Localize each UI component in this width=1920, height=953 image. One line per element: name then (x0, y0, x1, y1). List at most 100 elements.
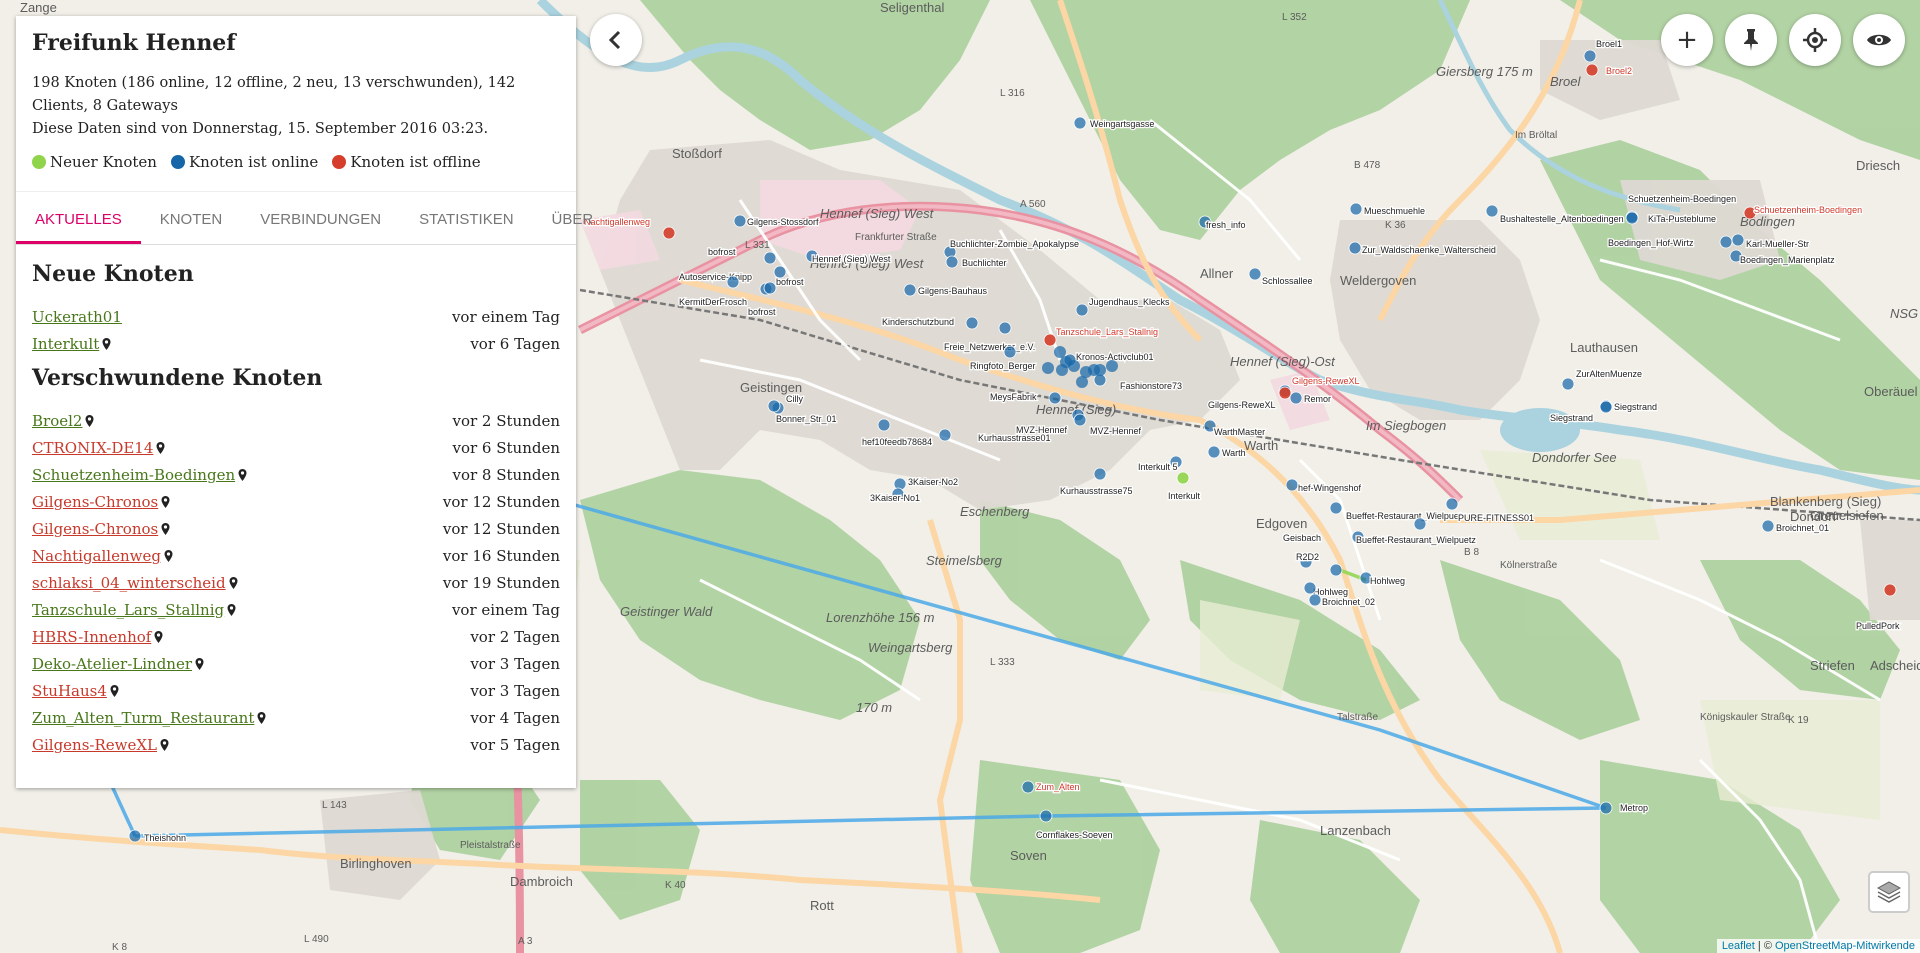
node-link[interactable]: CTRONIX-DE14 (32, 439, 153, 457)
map-node-marker[interactable] (1048, 391, 1062, 405)
map-node-marker[interactable] (1289, 391, 1303, 405)
map-node-marker[interactable] (1076, 376, 1088, 388)
map-pin-icon[interactable] (161, 522, 170, 535)
map-node-marker[interactable] (1329, 563, 1343, 577)
map-node-marker[interactable] (1719, 235, 1733, 249)
node-link[interactable]: Gilgens-Chronos (32, 520, 158, 538)
map-node-marker[interactable] (1054, 346, 1066, 358)
map-node-marker[interactable] (1308, 593, 1322, 607)
map-node-marker[interactable] (965, 316, 979, 330)
map-node-marker[interactable] (1561, 377, 1575, 391)
map-node-marker[interactable] (1073, 116, 1087, 130)
map-node-marker[interactable] (1445, 497, 1459, 511)
layers-button[interactable] (1868, 871, 1910, 913)
map-node-marker[interactable] (767, 399, 781, 413)
map-node-marker[interactable] (1583, 49, 1597, 63)
map-node-marker[interactable] (1329, 501, 1343, 515)
map-node-marker[interactable] (1303, 581, 1317, 595)
map-node-marker[interactable] (1075, 303, 1089, 317)
map-node-marker[interactable] (1883, 583, 1897, 597)
map-pin-icon[interactable] (85, 414, 94, 427)
map-node-marker[interactable] (1094, 364, 1106, 376)
map-pin-icon[interactable] (164, 549, 173, 562)
map-node-marker[interactable] (1349, 202, 1363, 216)
tab-aktuelles[interactable]: AKTUELLES (16, 211, 141, 244)
node-link[interactable]: Schuetzenheim-Boedingen (32, 466, 235, 484)
eye-button[interactable] (1853, 14, 1905, 66)
map-node-marker[interactable] (726, 275, 740, 289)
map-node-marker[interactable] (938, 428, 952, 442)
map-pin-icon[interactable] (161, 495, 170, 508)
map-node-marker[interactable] (128, 829, 142, 843)
map-node-marker[interactable] (1599, 801, 1613, 815)
map-node-marker[interactable] (763, 281, 777, 295)
map-node-marker[interactable] (1073, 413, 1087, 427)
map-node-label: Karl-Mueller-Str (1746, 239, 1809, 249)
node-link[interactable]: Gilgens-Chronos (32, 493, 158, 511)
map-node-marker[interactable] (998, 321, 1012, 335)
map-node-marker[interactable] (1176, 471, 1190, 485)
map-pin-icon[interactable] (110, 684, 119, 697)
map-node-marker[interactable] (1348, 241, 1362, 255)
map-node-marker[interactable] (773, 265, 787, 279)
map-pin-icon[interactable] (227, 603, 236, 616)
map-node-marker[interactable] (1248, 267, 1262, 281)
tab-knoten[interactable]: KNOTEN (141, 211, 242, 244)
map-node-marker[interactable] (1093, 467, 1107, 481)
map-node-marker[interactable] (1599, 400, 1613, 414)
node-link[interactable]: Gilgens-ReweXL (32, 736, 157, 754)
map-node-marker[interactable] (1106, 360, 1118, 372)
node-link[interactable]: Zum_Alten_Turm_Restaurant (32, 709, 254, 727)
map-node-marker[interactable] (733, 214, 747, 228)
node-link[interactable]: StuHaus4 (32, 682, 107, 700)
locate-button[interactable] (1789, 14, 1841, 66)
map-pin-icon[interactable] (160, 738, 169, 751)
map-pin-icon[interactable] (229, 576, 238, 589)
map-node-marker[interactable] (662, 226, 676, 240)
map-node-marker[interactable] (1285, 478, 1299, 492)
map-pin-icon[interactable] (195, 657, 204, 670)
map-pin-icon[interactable] (156, 441, 165, 454)
map-node-marker[interactable] (945, 255, 959, 269)
osm-link[interactable]: OpenStreetMap-Mitwirkende (1775, 940, 1915, 952)
zoom-in-button[interactable]: + (1661, 14, 1713, 66)
node-link[interactable]: Broel2 (32, 412, 82, 430)
map-node-marker[interactable] (1413, 517, 1427, 531)
map-node-marker[interactable] (1043, 333, 1057, 347)
map-node-marker[interactable] (1278, 386, 1292, 400)
tab-verbindungen[interactable]: VERBINDUNGEN (241, 211, 400, 244)
pin-button[interactable] (1725, 14, 1777, 66)
node-link[interactable]: Interkult (32, 335, 99, 353)
node-link[interactable]: Nachtigallenweg (32, 547, 161, 565)
map-pin-icon[interactable] (102, 337, 111, 350)
map-node-marker[interactable] (877, 418, 891, 432)
back-button[interactable] (590, 14, 642, 66)
node-link[interactable]: Deko-Atelier-Lindner (32, 655, 192, 673)
map-pin-icon[interactable] (154, 630, 163, 643)
tab-ueber[interactable]: ÜBER (533, 211, 613, 244)
map-node-marker[interactable] (763, 251, 777, 265)
map-node-marker[interactable] (1625, 211, 1639, 225)
map-node-marker[interactable] (1585, 63, 1599, 77)
map-node-marker[interactable] (1003, 345, 1017, 359)
node-link[interactable]: Uckerath01 (32, 308, 122, 326)
map-pin-icon[interactable] (238, 468, 247, 481)
map-node-marker[interactable] (903, 283, 917, 297)
node-link[interactable]: schlaksi_04_winterscheid (32, 574, 226, 592)
map-node-marker[interactable] (1042, 362, 1054, 374)
map-pin-icon[interactable] (257, 711, 266, 724)
node-link[interactable]: Tanzschule_Lars_Stallnig (32, 601, 224, 619)
map-node-marker[interactable] (1485, 204, 1499, 218)
map-node-label: hef-Wingenshof (1298, 483, 1362, 493)
leaflet-link[interactable]: Leaflet (1722, 940, 1755, 952)
node-link[interactable]: HBRS-Innenhof (32, 628, 151, 646)
map-node-marker[interactable] (1761, 519, 1775, 533)
tab-statistiken[interactable]: STATISTIKEN (400, 211, 532, 244)
node-row: Schuetzenheim-Boedingen vor 8 Stunden (32, 461, 560, 488)
map-node-marker[interactable] (1056, 364, 1068, 376)
map-node-marker[interactable] (1207, 445, 1221, 459)
map-node-marker[interactable] (1021, 780, 1035, 794)
map-node-marker[interactable] (1731, 233, 1745, 247)
map-node-marker[interactable] (1039, 809, 1053, 823)
map-node-marker[interactable] (1068, 360, 1080, 372)
